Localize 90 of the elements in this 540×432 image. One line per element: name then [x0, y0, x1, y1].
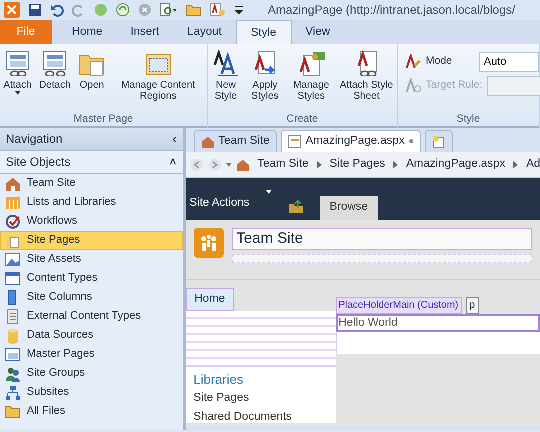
new-style-icon — [212, 50, 240, 76]
group-label: Master Page — [72, 113, 134, 127]
window-title: AmazingPage (http://intranet.jason.local/blogs/ — [268, 2, 516, 19]
people-icon — [5, 366, 21, 382]
house-icon — [5, 176, 21, 192]
element-tag: p — [466, 297, 480, 314]
house-icon — [236, 158, 250, 172]
ribbon-button[interactable]: Manage Styles — [286, 48, 336, 110]
ribbon-tab[interactable]: Style — [236, 20, 292, 44]
collapse-button[interactable]: ‹ — [172, 128, 177, 150]
folder-up-icon[interactable] — [288, 200, 304, 214]
nav-item[interactable]: Master Pages — [0, 345, 183, 364]
layout-icon — [5, 346, 21, 362]
ribbon-tab[interactable]: Insert — [116, 20, 174, 44]
ribbon-button[interactable]: Open — [75, 48, 110, 110]
quicklaunch-link[interactable]: Shared Documents — [194, 408, 336, 427]
attach-icon — [4, 50, 32, 76]
detach-icon — [41, 50, 70, 76]
style-mode-icon — [406, 54, 422, 70]
page-icon — [288, 134, 302, 148]
top-nav-link[interactable]: Home — [186, 288, 234, 311]
image-icon — [5, 252, 21, 268]
hierarchy-icon — [5, 384, 21, 400]
breadcrumb-link[interactable]: AmazingPage.aspx — [406, 156, 506, 174]
check-circle-icon — [5, 214, 21, 230]
nav-item[interactable]: Data Sources — [0, 326, 183, 345]
back-icon[interactable] — [190, 158, 204, 172]
nav-item[interactable]: External Content Types — [0, 307, 183, 326]
site-title[interactable]: Team Site — [232, 228, 532, 250]
group-label: Create — [286, 113, 320, 127]
field-label: Target Rule: — [426, 78, 483, 94]
ribbon-button[interactable]: New Style — [208, 48, 244, 110]
target-rule-field — [486, 76, 540, 96]
placeholder-tag: PlaceHolderMain (Custom) — [336, 297, 462, 314]
ribbon-tab[interactable]: Layout — [173, 20, 236, 44]
nav-item[interactable]: Team Site — [0, 174, 183, 193]
section-title: Site Objects — [6, 154, 71, 171]
ribbon-button[interactable]: Manage Content Regions — [110, 48, 206, 110]
quicklaunch-link[interactable]: Site Pages — [194, 389, 336, 408]
field-label: Mode — [426, 54, 454, 70]
list-icon — [5, 308, 21, 324]
breadcrumb-link[interactable]: Site Pages — [330, 156, 386, 174]
cylinder-icon — [5, 328, 21, 344]
nav-item[interactable]: Content Types — [0, 269, 183, 288]
chevron-icon — [316, 160, 322, 168]
undo-icon[interactable] — [50, 3, 64, 17]
nav-item[interactable]: Site Assets — [0, 250, 183, 269]
new-page-icon — [432, 134, 446, 148]
document-tab[interactable]: Team Site — [194, 130, 277, 152]
save-icon[interactable] — [28, 3, 42, 17]
document-tab[interactable]: AmazingPage.aspx — [280, 130, 421, 152]
nav-item[interactable]: Lists and Libraries — [0, 193, 183, 212]
site-actions-menu[interactable]: Site Actions — [190, 194, 250, 212]
site-logo-icon — [194, 228, 224, 258]
chevron-icon — [393, 160, 398, 168]
nav-item[interactable]: Subsites — [0, 383, 183, 402]
app-icon — [4, 2, 20, 18]
mode-field[interactable]: Auto — [479, 52, 539, 72]
nav-item[interactable]: All Files — [0, 402, 183, 421]
collapse-button[interactable]: ˄ — [170, 151, 177, 173]
nav-item[interactable]: Site Groups — [0, 364, 183, 383]
caret-icon[interactable] — [266, 190, 272, 194]
nav-item[interactable]: Workflows — [0, 212, 183, 231]
breadcrumb-link[interactable]: Team Site — [258, 156, 309, 174]
refresh-icon[interactable] — [116, 3, 130, 17]
folder-icon — [5, 404, 21, 420]
page-ribbon-tab[interactable]: Browse — [320, 196, 378, 220]
breadcrumb-link[interactable]: Ad — [526, 156, 540, 174]
new-tab-button[interactable] — [424, 130, 453, 152]
nav-item[interactable]: Site Columns — [0, 288, 183, 307]
pane-title: Navigation — [6, 131, 63, 148]
target-rule-icon — [406, 78, 422, 94]
group-label: Style — [456, 113, 482, 127]
ribbon-button[interactable]: Apply Styles — [244, 48, 286, 110]
folder-icon[interactable] — [186, 3, 202, 17]
stop-icon[interactable] — [138, 3, 152, 17]
columns-icon — [5, 194, 21, 210]
ribbon-button[interactable]: Attach — [0, 48, 35, 110]
ribbon-tab[interactable]: Home — [58, 20, 117, 44]
chevron-icon — [513, 160, 518, 168]
quicklaunch-heading[interactable]: Libraries — [194, 371, 336, 389]
nav-item[interactable]: Site Pages — [0, 231, 183, 250]
ribbon-button[interactable]: Detach — [36, 48, 74, 110]
content-text[interactable]: Hello World — [336, 314, 540, 332]
window-icon — [5, 270, 21, 286]
ribbon-tab[interactable]: View — [292, 20, 344, 44]
manage-styles-icon — [297, 50, 326, 76]
ribbon-button[interactable]: Attach Style Sheet — [336, 48, 397, 110]
house-icon — [200, 134, 215, 148]
forward-icon[interactable] — [208, 158, 222, 172]
